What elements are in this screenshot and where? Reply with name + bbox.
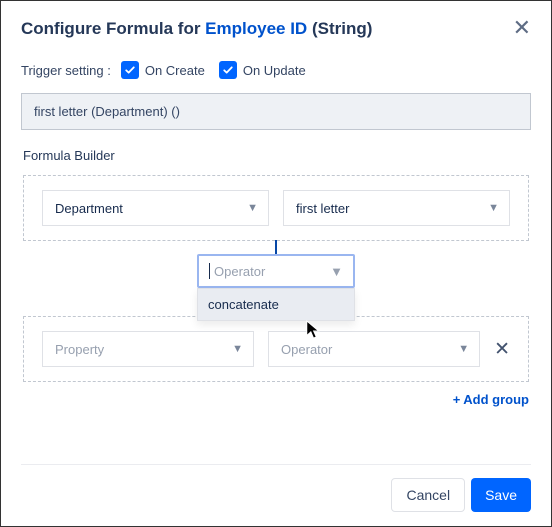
title-prefix: Configure Formula for <box>21 19 205 38</box>
operator-select-2-placeholder: Operator <box>281 342 332 357</box>
property-select-2[interactable]: Property ▼ <box>42 331 254 367</box>
chevron-down-icon: ▼ <box>458 343 469 355</box>
plus-icon: + <box>453 392 461 407</box>
title-link[interactable]: Employee ID <box>205 19 307 38</box>
on-create-label: On Create <box>145 63 205 78</box>
property-select-1-value: Department <box>55 201 123 216</box>
cancel-button[interactable]: Cancel <box>391 478 465 512</box>
add-group-button[interactable]: +Add group <box>23 392 529 407</box>
close-icon[interactable]: ✕ <box>513 19 531 37</box>
formula-group-2: Property ▼ Operator ▼ ✕ <box>23 316 529 382</box>
trigger-setting-row: Trigger setting : On Create On Update <box>21 61 531 79</box>
on-update-label: On Update <box>243 63 306 78</box>
chevron-down-icon: ▼ <box>330 264 343 279</box>
connector-line <box>275 240 277 254</box>
builder-label: Formula Builder <box>23 148 531 163</box>
property-select-1[interactable]: Department ▼ <box>42 190 269 226</box>
add-group-label: Add group <box>463 392 529 407</box>
remove-group-icon[interactable]: ✕ <box>494 338 510 361</box>
operator-select-2[interactable]: Operator ▼ <box>268 331 480 367</box>
trigger-label: Trigger setting : <box>21 63 111 78</box>
group-operator-option-concatenate[interactable]: concatenate <box>198 289 354 320</box>
group-operator-select[interactable]: Operator ▼ <box>197 254 355 288</box>
property-select-2-placeholder: Property <box>55 342 104 357</box>
save-button[interactable]: Save <box>471 478 531 512</box>
on-create-checkbox[interactable] <box>121 61 139 79</box>
formula-preview: first letter (Department) () <box>21 93 531 130</box>
title-suffix: (String) <box>307 19 372 38</box>
text-caret <box>209 263 210 279</box>
on-update-checkbox[interactable] <box>219 61 237 79</box>
dialog-title: Configure Formula for Employee ID (Strin… <box>21 19 372 39</box>
operator-select-1[interactable]: first letter ▼ <box>283 190 510 226</box>
formula-group-1: Department ▼ first letter ▼ <box>23 175 529 241</box>
chevron-down-icon: ▼ <box>232 343 243 355</box>
chevron-down-icon: ▼ <box>488 202 499 214</box>
chevron-down-icon: ▼ <box>247 202 258 214</box>
group-operator-placeholder: Operator <box>214 264 330 279</box>
group-operator-dropdown: concatenate <box>197 288 355 321</box>
operator-select-1-value: first letter <box>296 201 349 216</box>
